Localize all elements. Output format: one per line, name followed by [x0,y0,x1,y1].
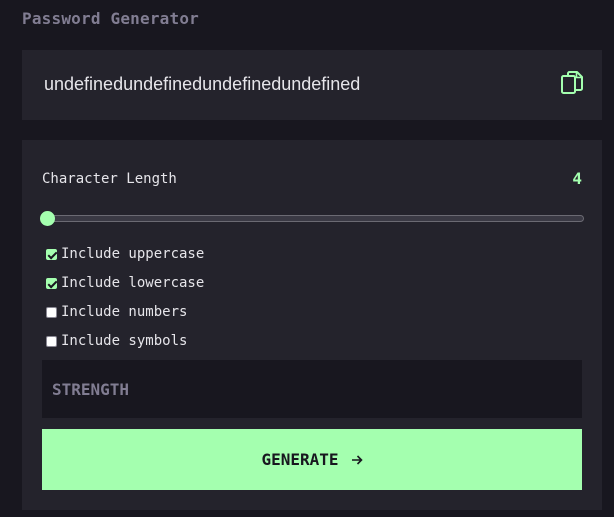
option-label: Include uppercase [61,246,205,262]
strength-meter: STRENGTH [42,360,582,418]
character-length-label: Character Length [42,171,177,187]
strength-label: STRENGTH [52,380,130,399]
character-length-slider[interactable] [40,211,584,227]
option-uppercase[interactable]: Include uppercase [46,246,204,262]
slider-track [44,215,584,222]
uppercase-checkbox[interactable] [46,248,57,260]
password-display: undefinedundefinedundefinedundefined [44,74,361,94]
arrow-right-icon [351,454,363,465]
character-length-value: 4 [572,169,582,188]
option-label: Include symbols [61,333,188,349]
generate-label: GENERATE [261,450,339,469]
symbols-checkbox[interactable] [46,335,57,347]
lowercase-checkbox[interactable] [46,277,57,289]
option-label: Include lowercase [61,275,205,291]
app-title: Password Generator [22,9,199,28]
option-lowercase[interactable]: Include lowercase [46,275,204,291]
settings-panel: Character Length 4 Include uppercase Inc… [22,140,602,510]
option-label: Include numbers [61,304,188,320]
copy-icon [561,71,583,94]
generate-button[interactable]: GENERATE [42,429,582,490]
slider-thumb[interactable] [40,211,55,226]
password-output-panel: undefinedundefinedundefinedundefined [22,50,602,120]
numbers-checkbox[interactable] [46,306,57,318]
copy-button[interactable] [560,70,584,98]
option-numbers[interactable]: Include numbers [46,304,187,320]
option-symbols[interactable]: Include symbols [46,333,187,349]
